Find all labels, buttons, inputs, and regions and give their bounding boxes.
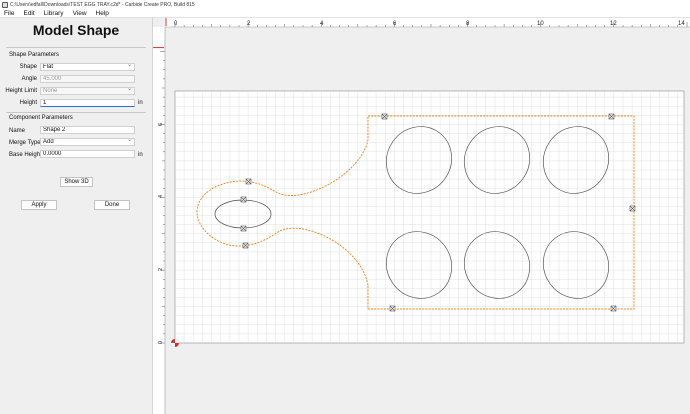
menu-library[interactable]: Library <box>44 10 64 17</box>
origin-icon <box>171 339 179 347</box>
shape-select[interactable]: Flat <box>40 63 135 71</box>
panel-title: Model Shape <box>32 22 120 38</box>
height-label: Height <box>19 100 37 106</box>
ruler-y-label: 6 <box>158 123 164 126</box>
selection-handle[interactable] <box>240 196 247 203</box>
stock-area <box>174 90 685 344</box>
selection-handle[interactable] <box>245 178 252 185</box>
height-unit: in <box>138 100 143 106</box>
base-height-input[interactable]: 0.0000 <box>40 150 135 158</box>
done-button[interactable]: Done <box>94 200 130 210</box>
name-value: Shape 2 <box>43 127 66 133</box>
show-3d-button[interactable]: Show 3D <box>60 177 93 187</box>
height-input[interactable]: 1 <box>40 99 135 107</box>
merge-type-select[interactable]: Add <box>40 138 135 146</box>
component-parameters-heading: Component Parameters <box>9 115 73 121</box>
shape-label: Shape <box>19 64 37 70</box>
height-limit-label: Height Limit <box>5 88 37 94</box>
ruler-x-label: 10 <box>537 21 544 27</box>
height-limit-value: None <box>43 88 58 94</box>
ruler-y-label: 0 <box>158 341 164 344</box>
menu-view[interactable]: View <box>73 10 87 17</box>
angle-label: Angle <box>21 76 37 82</box>
selection-handle[interactable] <box>629 205 636 212</box>
ruler-y-label: 4 <box>158 195 164 198</box>
height-value: 1 <box>43 100 47 106</box>
menu-bar: File Edit Library View Help <box>0 9 690 18</box>
design-canvas[interactable]: 0 2 4 6 8 10 12 14 6 4 2 0 <box>153 18 690 414</box>
model-shape-panel: Model Shape Shape Parameters Shape Flat … <box>0 18 152 414</box>
selection-handle[interactable] <box>610 305 617 312</box>
selection-handle[interactable] <box>240 225 247 232</box>
shape-value: Flat <box>43 64 54 70</box>
base-height-value: 0.0000 <box>43 151 62 157</box>
separator <box>6 47 146 48</box>
ruler-x-label: 14 <box>678 21 685 27</box>
name-input[interactable]: Shape 2 <box>40 126 135 134</box>
menu-file[interactable]: File <box>4 10 14 17</box>
angle-field: 45.000 <box>40 75 135 83</box>
selection-handle[interactable] <box>608 113 615 120</box>
menu-edit[interactable]: Edit <box>23 10 34 17</box>
app-icon <box>2 1 8 8</box>
left-ruler <box>153 27 165 414</box>
apply-button[interactable]: Apply <box>21 200 57 210</box>
height-limit-select: None <box>40 87 135 95</box>
selection-handle[interactable] <box>242 242 249 249</box>
selection-handle[interactable] <box>381 113 388 120</box>
title-bar: C:\Users\edfall\Downloads\TEST EGG TRAY.… <box>0 0 690 9</box>
merge-type-value: Add <box>43 139 54 145</box>
ruler-y-label: 2 <box>158 268 164 271</box>
window-title: C:\Users\edfall\Downloads\TEST EGG TRAY.… <box>10 1 195 8</box>
ruler-x-label: 12 <box>610 21 617 27</box>
angle-value: 45.000 <box>43 76 62 82</box>
menu-help[interactable]: Help <box>96 10 109 17</box>
selection-handle[interactable] <box>389 305 396 312</box>
base-height-unit: in <box>138 152 143 158</box>
separator <box>6 112 146 113</box>
shape-parameters-heading: Shape Parameters <box>9 52 60 58</box>
